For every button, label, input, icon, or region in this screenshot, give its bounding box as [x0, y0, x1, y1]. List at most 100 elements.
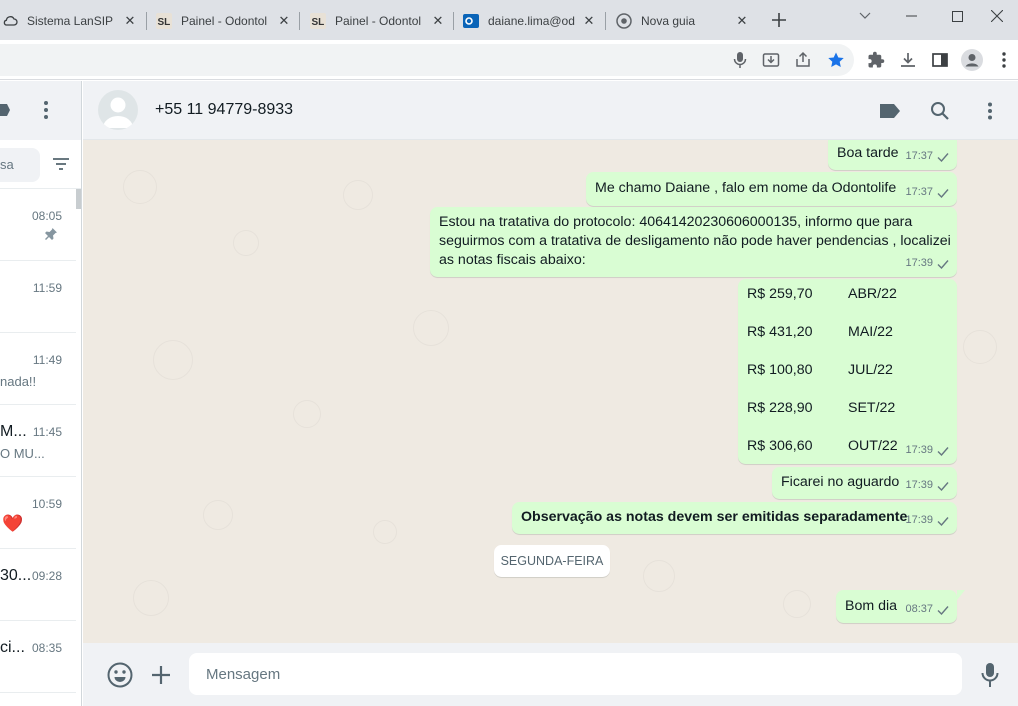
emoji-icon[interactable]	[106, 661, 134, 689]
outgoing-message[interactable]: Boa tarde 17:37	[828, 140, 957, 170]
browser-tab-strip: Sistema LanSIP ✕ SL Painel - Odontol ✕ S…	[0, 0, 1018, 40]
wallpaper-doodle	[373, 520, 397, 544]
install-app-icon[interactable]	[759, 48, 783, 72]
microphone-icon[interactable]	[976, 661, 1004, 689]
invoice-month: MAI/22	[848, 324, 893, 340]
conversation-header[interactable]: +55 11 94779-8933	[83, 81, 1018, 140]
bookmark-star-icon[interactable]	[824, 48, 848, 72]
close-tab-icon[interactable]: ✕	[734, 13, 750, 29]
tab-title: Painel - Odontol	[335, 14, 422, 28]
outgoing-message[interactable]: Bom dia 08:37	[836, 590, 965, 623]
filter-icon[interactable]	[52, 156, 70, 172]
chat-name: 30...	[0, 567, 32, 584]
browser-tab-painel-1[interactable]: SL Painel - Odontol ✕	[156, 6, 292, 36]
extensions-puzzle-icon[interactable]	[864, 48, 888, 72]
tab-title: Painel - Odontol	[181, 14, 268, 28]
chat-list-pane: sa 08:05 11:59 11:49 nada!! M... 11:45 O…	[0, 81, 82, 706]
close-tab-icon[interactable]: ✕	[430, 13, 446, 29]
browser-tab-painel-2[interactable]: SL Painel - Odontol ✕	[310, 6, 446, 36]
outgoing-message[interactable]: Observação as notas devem ser emitidas s…	[512, 502, 957, 534]
chat-list-item[interactable]: 08:05	[0, 189, 76, 261]
chat-list-item[interactable]: 30... 09:28	[0, 549, 76, 621]
label-tag-icon[interactable]	[878, 99, 902, 123]
chat-list-item[interactable]: 11:49 nada!!	[0, 333, 76, 405]
chat-preview-heart: ❤️	[2, 514, 24, 533]
browser-tab-nova-guia[interactable]: Nova guia ✕	[616, 6, 750, 36]
message-line: as notas fiscais abaixo:	[439, 252, 586, 268]
browser-tab-lansip[interactable]: Sistema LanSIP ✕	[2, 6, 138, 36]
message-time: 08:37	[905, 603, 933, 615]
message-meta: 17:37	[905, 147, 949, 166]
chat-list-item[interactable]: M... 11:45 O MU...	[0, 405, 76, 477]
message-text: Me chamo Daiane , falo em nome da Odonto…	[595, 180, 897, 196]
sent-check-icon	[937, 605, 949, 615]
menu-icon[interactable]	[40, 99, 52, 121]
outgoing-message[interactable]: Me chamo Daiane , falo em nome da Odonto…	[586, 172, 957, 206]
browser-menu-icon[interactable]	[992, 48, 1016, 72]
invoice-month: SET/22	[848, 400, 896, 416]
sent-check-icon	[937, 446, 949, 456]
contact-name[interactable]: +55 11 94779-8933	[155, 101, 293, 119]
chat-time: 11:59	[32, 281, 62, 295]
outgoing-message[interactable]: Estou na tratativa do protocolo: 4064142…	[430, 207, 957, 277]
cloud-icon	[2, 13, 18, 29]
minimize-button[interactable]	[888, 0, 934, 32]
profile-avatar-icon[interactable]	[960, 48, 984, 72]
search-placeholder: sa	[0, 157, 14, 172]
sent-check-icon	[937, 481, 949, 491]
outlook-icon	[463, 13, 479, 29]
message-time: 17:39	[905, 444, 933, 456]
close-tab-icon[interactable]: ✕	[276, 13, 292, 29]
tab-divider	[299, 12, 300, 30]
attach-plus-icon[interactable]	[147, 661, 175, 689]
chat-list-item[interactable]: ci... 08:35	[0, 621, 76, 693]
invoice-month: ABR/22	[848, 286, 897, 302]
message-time: 17:37	[905, 150, 933, 162]
close-tab-icon[interactable]: ✕	[122, 13, 138, 29]
message-composer	[83, 643, 1018, 706]
avatar[interactable]	[98, 90, 138, 130]
filter-tag-icon[interactable]	[0, 101, 10, 119]
new-tab-button[interactable]	[768, 9, 790, 31]
message-time: 17:37	[905, 186, 933, 198]
wallpaper-doodle	[963, 330, 997, 364]
wallpaper-doodle	[203, 500, 233, 530]
close-tab-icon[interactable]: ✕	[581, 13, 597, 29]
wallpaper-doodle	[783, 590, 811, 618]
tab-divider	[605, 12, 606, 30]
tab-title: daiane.lima@od	[488, 14, 575, 28]
chat-search-area: sa	[0, 140, 81, 189]
message-input[interactable]	[189, 653, 962, 695]
sent-check-icon	[937, 259, 949, 269]
chat-time: 08:35	[31, 641, 62, 655]
browser-toolbar	[0, 40, 1018, 80]
side-panel-icon[interactable]	[928, 48, 952, 72]
tab-divider	[453, 12, 454, 30]
search-icon[interactable]	[928, 99, 952, 123]
address-bar[interactable]	[0, 44, 854, 76]
chat-time: 11:45	[32, 425, 62, 439]
message-list[interactable]: Boa tarde 17:37 Me chamo Daiane , falo e…	[83, 140, 1018, 643]
maximize-button[interactable]	[934, 0, 980, 32]
browser-tab-outlook[interactable]: daiane.lima@od ✕	[463, 6, 597, 36]
close-window-button[interactable]	[976, 0, 1018, 32]
menu-icon[interactable]	[978, 99, 1002, 123]
chat-list-item[interactable]: 11:59	[0, 261, 76, 333]
message-line: seguirmos com a tratativa de desligament…	[439, 233, 951, 249]
chat-list-scrollbar[interactable]	[76, 189, 81, 209]
chat-list-item[interactable]: 10:59 ❤️	[0, 477, 76, 549]
chevron-down-icon[interactable]	[842, 0, 888, 32]
invoice-amount: R$ 259,70	[747, 286, 813, 302]
wallpaper-doodle	[233, 230, 259, 256]
download-icon[interactable]	[896, 48, 920, 72]
sent-check-icon	[937, 188, 949, 198]
outgoing-message[interactable]: Ficarei no aguardo 17:39	[772, 467, 957, 499]
outgoing-message-invoices[interactable]: R$ 259,70 ABR/22 R$ 431,20 MAI/22 R$ 100…	[738, 279, 957, 464]
chrome-icon	[616, 13, 632, 29]
microphone-icon[interactable]	[728, 48, 752, 72]
share-icon[interactable]	[791, 48, 815, 72]
sl-logo-icon: SL	[310, 13, 326, 29]
message-time: 17:39	[905, 514, 933, 526]
message-meta: 17:39	[905, 511, 949, 530]
sent-check-icon	[937, 516, 949, 526]
